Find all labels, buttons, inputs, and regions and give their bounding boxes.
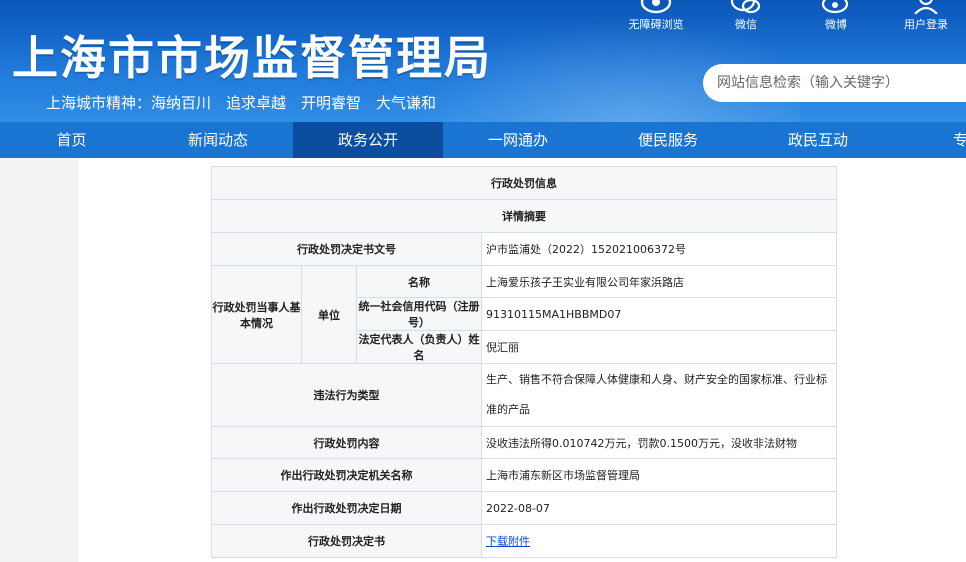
content-area: 行政处罚信息 详情摘要 行政处罚决定书文号 沪市监浦处（2022）1520210… — [79, 158, 966, 562]
nav-interaction[interactable]: 政民互动 — [743, 122, 893, 158]
unit-label: 单位 — [301, 265, 357, 364]
credit-label: 统一社会信用代码（注册号） — [356, 297, 482, 331]
name-value: 上海爱乐孩子王实业有限公司年家浜路店 — [481, 265, 837, 298]
city-spirit: 上海城市精神：海纳百川 追求卓越 开明睿智 大气谦和 — [46, 94, 437, 112]
date-value: 2022-08-07 — [481, 491, 837, 525]
doc-no-label: 行政处罚决定书文号 — [211, 232, 482, 266]
table-summary: 详情摘要 — [211, 199, 837, 233]
nav-online-service[interactable]: 一网通办 — [443, 122, 593, 158]
org-label: 作出行政处罚决定机关名称 — [211, 458, 482, 492]
accessibility-icon — [640, 0, 672, 14]
penalty-info-table: 行政处罚信息 详情摘要 行政处罚决定书文号 沪市监浦处（2022）1520210… — [211, 166, 837, 558]
name-label: 名称 — [356, 265, 482, 298]
rep-label: 法定代表人（负责人）姓名 — [356, 330, 482, 364]
doc-no-value: 沪市监浦处（2022）152021006372号 — [481, 232, 837, 266]
nav-gov-affairs[interactable]: 政务公开 — [293, 122, 443, 158]
site-title: 上海市市场监督管理局 — [12, 31, 492, 85]
date-label: 作出行政处罚决定日期 — [211, 491, 482, 525]
site-header: 上海市市场监督管理局 上海城市精神：海纳百川 追求卓越 开明睿智 大气谦和 无障… — [0, 0, 966, 122]
table-title: 行政处罚信息 — [211, 166, 837, 200]
wechat-icon — [730, 0, 761, 14]
credit-value: 91310115MA1HBBMD07 — [481, 297, 837, 331]
decision-cell: 下载附件 — [481, 524, 837, 558]
party-label: 行政处罚当事人基本情况 — [211, 265, 302, 364]
penalty-value: 没收违法所得0.010742万元，罚款0.1500万元，没收非法财物 — [481, 426, 837, 459]
decision-label: 行政处罚决定书 — [211, 524, 482, 558]
search-input[interactable]: 网站信息检索（输入关键字） — [703, 64, 966, 102]
penalty-label: 行政处罚内容 — [211, 426, 482, 459]
nav-news[interactable]: 新闻动态 — [143, 122, 293, 158]
wechat-link[interactable]: 微信 — [716, 0, 776, 32]
violation-value: 生产、销售不符合保障人体健康和人身、财产安全的国家标准、行业标准的产品 — [481, 363, 837, 427]
user-icon — [914, 0, 938, 14]
download-attachment-link[interactable]: 下载附件 — [486, 535, 530, 548]
top-links: 无障碍浏览 微信 微博 用户登录 — [626, 0, 956, 32]
user-login-link[interactable]: 用户登录 — [896, 0, 956, 32]
violation-label: 违法行为类型 — [211, 363, 482, 427]
weibo-icon — [821, 0, 849, 14]
nav-topics[interactable]: 专题 — [893, 122, 966, 158]
nav-public-service[interactable]: 便民服务 — [593, 122, 743, 158]
accessibility-link[interactable]: 无障碍浏览 — [626, 0, 686, 32]
main-nav: 首页 新闻动态 政务公开 一网通办 便民服务 政民互动 专题 — [0, 122, 966, 158]
org-value: 上海市浦东新区市场监督管理局 — [481, 458, 837, 492]
weibo-link[interactable]: 微博 — [806, 0, 866, 32]
rep-value: 倪汇丽 — [481, 330, 837, 364]
nav-home[interactable]: 首页 — [0, 122, 143, 158]
